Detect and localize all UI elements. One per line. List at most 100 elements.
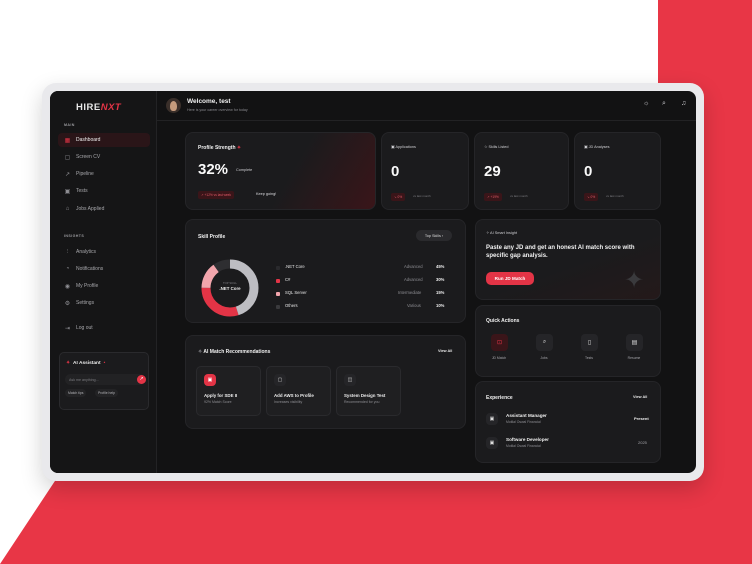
experience-title: Experience (486, 395, 513, 401)
briefcase-icon: ▣ (486, 437, 498, 449)
stat-card-skills-listed: ☆ Skills Listed 29 ↗ +19% vs last month (474, 132, 569, 210)
sidebar-item-screen-cv[interactable]: ▢ Screen CV (58, 150, 150, 164)
bell-icon[interactable]: ♫ (681, 100, 686, 107)
status-dot-icon: • (103, 361, 106, 366)
profile-percent: 32% (198, 161, 229, 178)
sparkle-icon: ✦ (66, 361, 71, 366)
profile-delta-badge: ↗ +12% vs last week (198, 191, 235, 199)
logout-icon: ⇥ (64, 325, 71, 332)
document-icon: ▢ (274, 374, 286, 386)
stat-label: ▣ JD Analyses (584, 145, 610, 149)
top-bar: Welcome, test Here is your career overvi… (157, 91, 696, 121)
star-icon: ☆ (484, 145, 488, 149)
jobs-action-icon[interactable]: ⌕ (536, 334, 553, 351)
document-icon: ▢ (64, 154, 71, 161)
sparkle-icon: ✧ (486, 231, 490, 235)
gear-icon: ⚙ (64, 300, 71, 307)
sidebar: HIRENXT MAIN ▦ Dashboard ▢ Screen CV ↗ Pipe… (50, 91, 157, 473)
stat-badge: ↗ +19% (484, 193, 502, 201)
document-icon: ▣ (584, 145, 588, 149)
top-skills-button[interactable]: Top Skills › (416, 230, 452, 241)
sidebar-item-notifications[interactable]: ◔ Notifications (58, 262, 150, 276)
profile-note: Keep going! (256, 192, 277, 196)
recommendation-item[interactable]: ▢ Add AWS to Profile Increases visibilit… (266, 366, 331, 416)
sparkle-icon: ✦ (236, 145, 242, 151)
profile-strength-title: Profile Strength ✦ (198, 145, 242, 151)
user-icon: ◉ (64, 283, 71, 290)
resume-action-icon[interactable]: ▤ (626, 334, 643, 351)
sparkle-icon: ✧ (198, 349, 203, 355)
sidebar-item-settings[interactable]: ⚙ Settings (58, 296, 150, 310)
quick-actions-card: Quick Actions ⊡ ⌕ ▯ ▤ JD Match Jobs Test… (475, 305, 661, 377)
quick-action-label: Resume (627, 356, 641, 360)
briefcase-icon: ▣ (486, 413, 498, 425)
logo: HIRENXT (76, 102, 122, 113)
jd-match-action-icon[interactable]: ⊡ (491, 334, 508, 351)
sidebar-item-jobs-applied[interactable]: ⌂ Jobs Applied (58, 202, 150, 216)
welcome-title: Welcome, test (187, 98, 231, 105)
stat-card-applications: ▣ Applications 0 ↘ 0% vs last month (381, 132, 469, 210)
sidebar-item-dashboard[interactable]: ▦ Dashboard (58, 133, 150, 147)
welcome-subtitle: Here is your career overview for today (187, 108, 248, 112)
sidebar-item-pipeline[interactable]: ↗ Pipeline (58, 167, 150, 181)
profile-strength-card: Profile Strength ✦ 32% Complete ↗ +12% v… (185, 132, 376, 210)
grid-icon: ▦ (64, 137, 71, 144)
send-button[interactable]: ↗ (137, 375, 146, 384)
sidebar-item-analytics[interactable]: ⫶ Analytics (58, 245, 150, 259)
chip-match-tips[interactable]: Match tips (65, 389, 87, 397)
book-icon: ◫ (344, 374, 356, 386)
quick-action-label: JD Match (491, 356, 507, 360)
recommendations-view-all[interactable]: View All (438, 349, 452, 353)
skill-row: Others Various 10% (276, 303, 456, 311)
section-insights-label: INSIGHTS (64, 234, 85, 238)
skill-row: .NET Core Advanced 45% (276, 264, 456, 272)
stat-value: 0 (391, 163, 400, 180)
skill-row: C# Advanced 30% (276, 277, 456, 285)
bank-icon: ⌂ (65, 206, 70, 212)
trend-icon: ↗ (64, 171, 71, 178)
profile-complete-label: Complete (236, 168, 253, 172)
quick-action-label: Tests (585, 356, 593, 360)
recommendation-item[interactable]: ◫ System Design Test Recommended for you (336, 366, 401, 416)
experience-card: Experience View All ▣ Assistant Manager … (475, 381, 661, 463)
stage: HIRENXT MAIN ▦ Dashboard ▢ Screen CV ↗ Pipe… (0, 0, 752, 564)
quick-action-label: Jobs (540, 356, 548, 360)
experience-item: ▣ Assistant Manager Motilal Oswal Financ… (486, 411, 656, 429)
skill-profile-title: Skill Profile (198, 234, 226, 240)
recommendations-card: ✧ AI Match Recommendations View All ▣ Ap… (185, 335, 466, 429)
search-icon[interactable]: ⌕ (662, 100, 666, 108)
sidebar-item-tests[interactable]: ▣ Tests (58, 184, 150, 198)
stat-note: vs last month (606, 194, 624, 198)
run-jd-match-button[interactable]: Run JD Match (486, 272, 534, 285)
avatar[interactable] (166, 98, 181, 113)
bell-icon: ◔ (65, 266, 70, 272)
sidebar-item-my-profile[interactable]: ◉ My Profile (58, 279, 150, 293)
chip-profile-help[interactable]: Profile help (95, 389, 118, 397)
quick-actions-title: Quick Actions (486, 318, 520, 324)
recommendation-item[interactable]: ▣ Apply for SDE II 92% Match Score (196, 366, 261, 416)
ai-insight-card: ✧ AI Smart Insight Paste any JD and get … (475, 219, 661, 300)
app-screen: HIRENXT MAIN ▦ Dashboard ▢ Screen CV ↗ Pipe… (50, 91, 696, 473)
ai-assistant-panel: ✦ AI Assistant • Ask me anything... ↗ Matc… (59, 352, 149, 410)
briefcase-icon: ▣ (204, 374, 216, 386)
sparkle-decoration-icon: ✦ (624, 267, 645, 294)
skill-row: SQL Server Intermediate 15% (276, 290, 456, 298)
experience-view-all[interactable]: View All (633, 395, 647, 399)
ai-insight-text: Paste any JD and get an honest AI match … (486, 245, 635, 259)
tests-action-icon[interactable]: ▯ (581, 334, 598, 351)
stat-note: vs last month (413, 194, 431, 198)
donut-center-label: .NET Core (219, 286, 241, 291)
recommendations-title: ✧ AI Match Recommendations (198, 349, 271, 355)
stat-card-jd-analyses: ▣ JD Analyses 0 ↘ 0% vs last month (574, 132, 661, 210)
ai-assistant-title: ✦ AI Assistant • (66, 361, 106, 366)
theme-toggle-icon[interactable]: ☼ (643, 100, 649, 107)
stat-label: ▣ Applications (391, 145, 416, 149)
ai-insight-label: ✧ AI Smart Insight (486, 231, 518, 235)
donut-top-label: TOP SKILL (222, 281, 238, 285)
clipboard-icon: ▣ (64, 188, 71, 195)
ai-assistant-input[interactable]: Ask me anything... (65, 374, 145, 385)
experience-item: ▣ Software Developer Motilal Oswal Finan… (486, 435, 656, 453)
sidebar-item-logout[interactable]: ⇥ Log out (58, 321, 150, 335)
stat-badge: ↘ 0% (584, 193, 599, 201)
section-main-label: MAIN (64, 123, 75, 127)
